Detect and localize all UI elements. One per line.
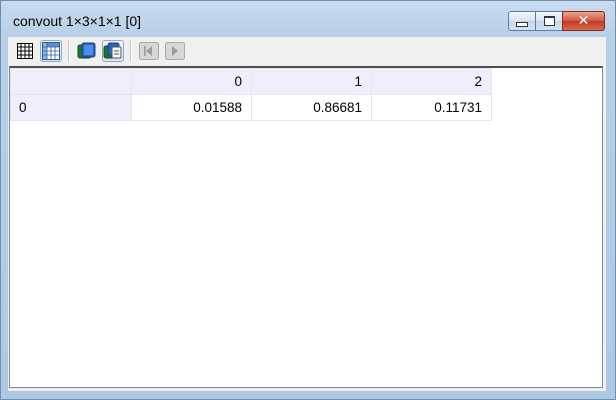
grid-view-button[interactable] <box>14 40 36 62</box>
toolbar-separator <box>130 40 132 62</box>
next-icon <box>165 42 185 60</box>
data-grid[interactable]: 0 1 2 0 0.01588 0.86681 0.11731 <box>9 66 603 388</box>
table-view-button[interactable] <box>40 40 62 62</box>
table-row: 0 0.01588 0.86681 0.11731 <box>10 94 492 121</box>
row-header[interactable]: 0 <box>10 94 132 121</box>
app-window: convout 1×3×1×1 [0] ✕ 0 1 2 0 0.01588 0.… <box>0 0 616 400</box>
image-single-icon <box>77 42 96 59</box>
window-controls: ✕ <box>508 11 605 31</box>
toolbar <box>14 39 190 63</box>
minimize-button[interactable] <box>508 11 536 31</box>
column-header[interactable]: 0 <box>131 68 252 95</box>
header-row: 0 1 2 <box>10 68 492 95</box>
next-button[interactable] <box>164 40 186 62</box>
title-bar[interactable]: convout 1×3×1×1 [0] ✕ <box>1 1 615 37</box>
column-header[interactable]: 2 <box>371 68 492 95</box>
corner-cell <box>10 68 132 95</box>
close-button[interactable]: ✕ <box>562 11 605 31</box>
multi-image-button[interactable] <box>102 40 124 62</box>
previous-button[interactable] <box>138 40 160 62</box>
grid-view-icon <box>17 43 33 59</box>
minimize-icon <box>516 21 528 27</box>
maximize-button[interactable] <box>535 11 563 31</box>
table-cell[interactable]: 0.01588 <box>131 94 252 121</box>
close-icon: ✕ <box>577 13 590 29</box>
window-title: convout 1×3×1×1 [0] <box>13 13 142 29</box>
values-table: 0 1 2 0 0.01588 0.86681 0.11731 <box>10 68 492 121</box>
maximize-icon <box>543 16 555 26</box>
toolbar-separator <box>68 40 70 62</box>
single-image-button[interactable] <box>76 40 98 62</box>
client-area: 0 1 2 0 0.01588 0.86681 0.11731 <box>8 37 606 391</box>
table-view-icon <box>42 42 60 60</box>
table-cell[interactable]: 0.11731 <box>371 94 492 121</box>
column-header[interactable]: 1 <box>251 68 372 95</box>
image-multi-icon <box>103 42 122 59</box>
previous-icon <box>139 42 159 60</box>
table-cell[interactable]: 0.86681 <box>251 94 372 121</box>
